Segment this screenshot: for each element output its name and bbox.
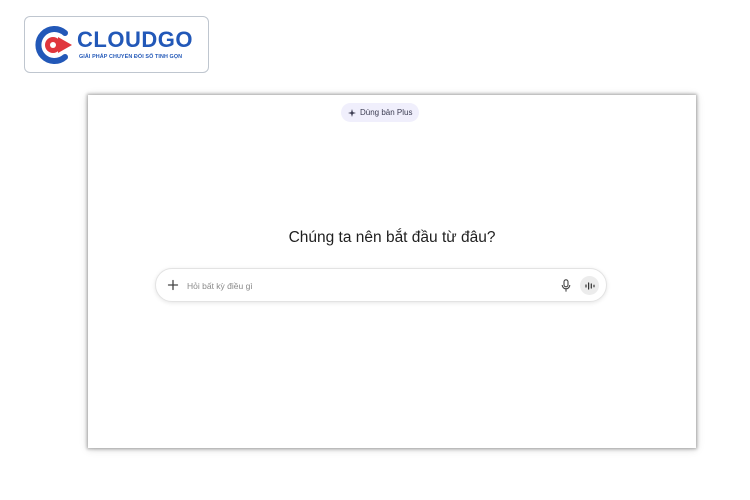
upgrade-plus-label: Dùng bản Plus <box>360 108 413 117</box>
plus-icon[interactable] <box>167 279 179 291</box>
cloudgo-logo: CLOUDGO GIẢI PHÁP CHUYỂN ĐỔI SỐ TINH GỌN <box>24 16 209 73</box>
brand-name: CLOUDGO <box>77 27 193 52</box>
page-title: Chúng ta nên bắt đầu từ đâu? <box>288 229 496 246</box>
prompt-composer <box>155 268 607 302</box>
upgrade-plus-button[interactable]: Dùng bản Plus <box>341 103 420 122</box>
voice-mode-button[interactable] <box>580 276 599 295</box>
brand-tagline: GIẢI PHÁP CHUYỂN ĐỔI SỐ TINH GỌN <box>79 54 183 60</box>
sparkle-icon <box>348 108 356 117</box>
cloudgo-logo-icon <box>35 26 72 64</box>
prompt-input[interactable] <box>187 278 547 293</box>
chat-window: Dùng bản Plus Chúng ta nên bắt đầu từ đâ… <box>88 95 696 448</box>
microphone-icon[interactable] <box>561 279 571 292</box>
voice-wave-icon <box>584 281 595 290</box>
